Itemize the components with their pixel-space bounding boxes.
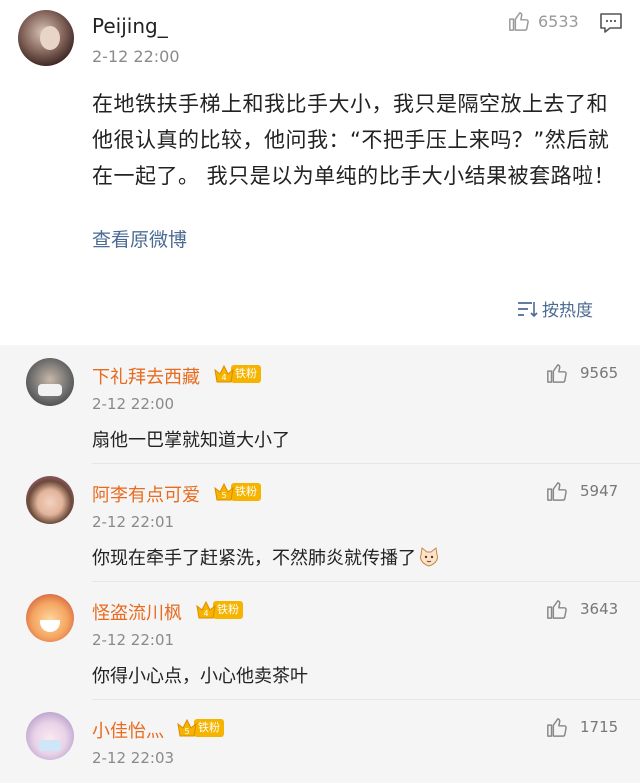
badge-label: 铁粉 [194,719,224,737]
comment-time: 2-12 22:01 [92,513,175,531]
commenter-avatar[interactable] [26,476,74,524]
commenter-name[interactable]: 阿李有点可爱 [92,481,200,507]
commenter-name[interactable]: 怪盗流川枫 [92,599,182,625]
thumbs-up-icon [547,600,567,619]
comment-time: 2-12 22:01 [92,631,175,649]
sort-icon [518,301,538,317]
thumbs-up-icon [547,482,567,501]
sort-label: 按热度 [542,301,593,321]
comment-like-button[interactable]: 9565 [546,362,618,384]
commenter-avatar[interactable] [26,594,74,642]
post-time: 2-12 22:00 [92,47,180,66]
comment-time: 2-12 22:03 [92,749,175,767]
crown-icon: 5 [214,482,234,501]
badge-label: 铁粉 [231,365,261,383]
comment-item: 怪盗流川枫 4 铁粉 3643 2-12 22:01 你得小心点，小心他卖茶叶 [0,581,640,699]
comment-like-count: 9565 [580,364,619,382]
crown-icon: 4 [196,600,216,619]
svg-text:4: 4 [203,609,208,618]
comment-like-count: 5947 [580,482,619,500]
divider [92,581,640,582]
badge-label: 铁粉 [231,483,261,501]
post-author-name[interactable]: Peijing_ [92,14,168,38]
fan-badge: 5 铁粉 [176,718,224,738]
comment-text: 你现在牵手了赶紧洗，不然肺炎就传播了 [92,548,416,569]
divider [92,463,640,464]
thumbs-up-icon [509,12,529,31]
commenter-name[interactable]: 下礼拜去西藏 [92,363,200,389]
thumbs-up-icon [547,718,567,737]
view-original-link[interactable]: 查看原微博 [92,225,187,252]
svg-text:5: 5 [221,491,226,500]
commenter-avatar[interactable] [26,712,74,760]
post-like-count: 6533 [538,11,579,31]
svg-text:4: 4 [221,373,226,382]
comment-icon[interactable] [599,12,623,34]
comment-list: 下礼拜去西藏 4 铁粉 9565 2-12 22:00 扇他一巴掌就知道大小了 … [0,345,640,783]
thumbs-up-icon [547,364,567,383]
comment-text: 你得小心点，小心他卖茶叶 [92,666,308,687]
comment-like-count: 1715 [580,718,619,736]
comment-item: 下礼拜去西藏 4 铁粉 9565 2-12 22:00 扇他一巴掌就知道大小了 [0,345,640,463]
post-like-button[interactable]: 6533 [508,10,579,32]
post-text: 在地铁扶手梯上和我比手大小，我只是隔空放上去了和他很认真的比较，他问我：“不把手… [92,92,616,188]
fan-badge: 4 铁粉 [213,364,261,384]
comment-text-row: 你现在牵手了赶紧洗，不然肺炎就传播了 [92,544,440,570]
comment-like-count: 3643 [580,600,619,618]
fan-badge: 5 铁粉 [213,482,261,502]
commenter-avatar[interactable] [26,358,74,406]
fan-badge: 4 铁粉 [195,600,243,620]
svg-text:5: 5 [184,727,189,736]
comment-time: 2-12 22:00 [92,395,175,413]
comment-text: 扇他一巴掌就知道大小了 [92,430,290,451]
cat-emoji-icon [420,547,438,567]
main-post: Peijing_ 2-12 22:00 6533 在地铁扶手梯上和我比手大小，我… [0,0,640,345]
comment-like-button[interactable]: 1715 [546,716,618,738]
comment-like-button[interactable]: 3643 [546,598,618,620]
post-author-avatar[interactable] [18,10,74,66]
crown-icon: 5 [177,718,197,737]
sort-by-hot-button[interactable]: 按热度 [516,296,593,321]
comment-like-button[interactable]: 5947 [546,480,618,502]
commenter-name[interactable]: 小佳怡灬 [92,717,164,743]
comment-item: 阿李有点可爱 5 铁粉 5947 2-12 22:01 你现在牵手了赶紧洗，不然… [0,463,640,581]
crown-icon: 4 [214,364,234,383]
comment-item: 小佳怡灬 5 铁粉 1715 2-12 22:03 [0,699,640,783]
divider [92,699,640,700]
badge-label: 铁粉 [213,601,243,619]
